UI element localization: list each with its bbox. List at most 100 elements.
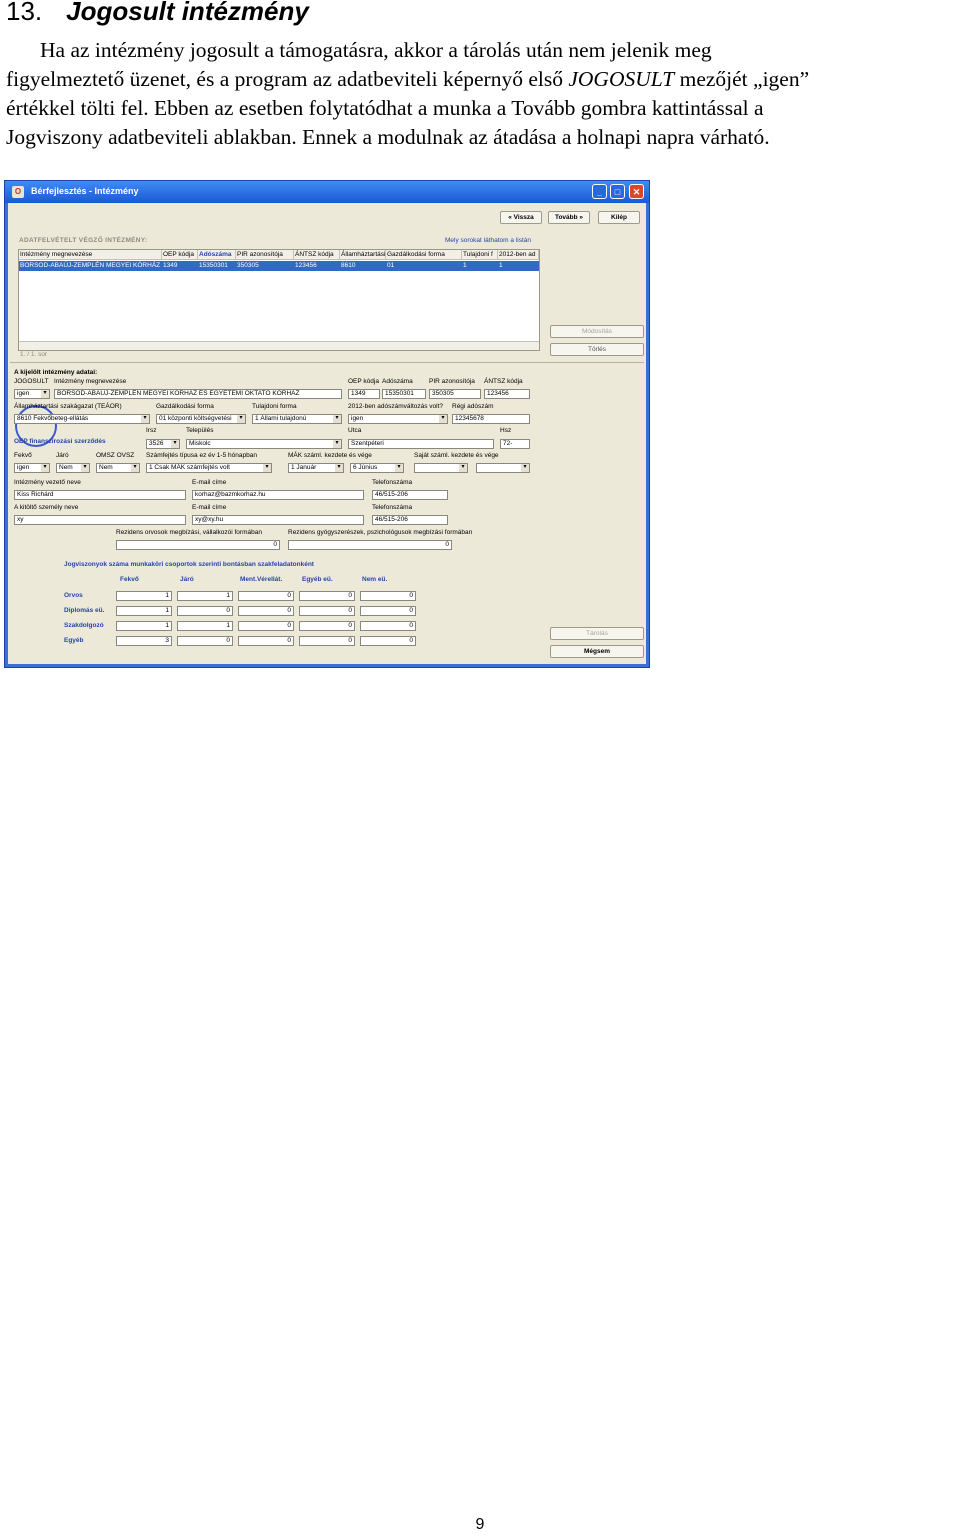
count-field[interactable]: 0 xyxy=(360,621,416,631)
count-field[interactable]: 0 xyxy=(177,636,233,646)
column-header[interactable]: ÁNTSZ kódja xyxy=(294,250,340,260)
count-field[interactable]: 1 xyxy=(116,606,172,616)
table-cell: BORSOD-ABAÚJ-ZEMPLÉN MEGYEI KÓRHÁZ xyxy=(19,261,162,271)
minimize-icon[interactable]: _ xyxy=(592,184,607,199)
count-field[interactable]: 0 xyxy=(299,606,355,616)
count-field[interactable]: 0 xyxy=(299,621,355,631)
rezidens-gyogy-field[interactable]: 0 xyxy=(288,540,452,550)
column-header[interactable]: PIR azonosítója xyxy=(236,250,294,260)
table-cell: 8610 xyxy=(340,261,386,271)
column-header[interactable]: OEP kódja xyxy=(162,250,198,260)
fekvo-label: Fekvő xyxy=(14,452,32,459)
column-header[interactable]: Adószáma xyxy=(198,250,236,260)
mak-end-select[interactable]: 6 Június xyxy=(350,463,404,473)
count-field[interactable]: 0 xyxy=(360,591,416,601)
szamfejtes-select[interactable]: 1 Csak MÁK számfejtés volt xyxy=(146,463,272,473)
paragraph-line: értékkel tölti fel. Ebben az esetben fol… xyxy=(6,96,764,120)
tulaj-select[interactable]: 1 Állami tulajdonú xyxy=(252,414,342,424)
telepules-select[interactable]: Miskolc xyxy=(186,439,342,449)
count-field[interactable]: 1 xyxy=(116,591,172,601)
szakagazat-select[interactable]: 8610 Fekvőbeteg-ellátás xyxy=(14,414,150,424)
delete-button[interactable]: Törlés xyxy=(550,343,644,356)
institution-list[interactable]: Intézmény megnevezése OEP kódja Adószáma… xyxy=(18,249,540,351)
count-field[interactable]: 1 xyxy=(177,591,233,601)
column-header: Ment.Vérellát. xyxy=(240,576,283,583)
utca-label: Utca xyxy=(348,427,362,434)
column-header[interactable]: Tulajdoni f xyxy=(462,250,498,260)
telefon-field[interactable]: 46/515-206 xyxy=(372,490,448,500)
count-field[interactable]: 0 xyxy=(360,636,416,646)
next-button[interactable]: Tovább » xyxy=(548,211,590,224)
count-field[interactable]: 0 xyxy=(238,591,294,601)
count-field[interactable]: 3 xyxy=(116,636,172,646)
sajat-start-select[interactable] xyxy=(414,463,468,473)
email2-field[interactable]: xy@xy.hu xyxy=(192,515,364,525)
fekvo-select[interactable]: igen xyxy=(14,463,50,473)
cancel-button[interactable]: Mégsem xyxy=(550,645,644,658)
column-header[interactable]: Államháztartási xyxy=(340,250,386,260)
count-field[interactable]: 0 xyxy=(299,591,355,601)
jaro-select[interactable]: Nem xyxy=(56,463,90,473)
name-label: Intézmény megnevezése xyxy=(54,378,127,385)
app-window-screenshot: O Bérfejlesztés - Intézmény _ □ ✕ « Viss… xyxy=(4,180,650,668)
email-field[interactable]: korhaz@bazmkorhaz.hu xyxy=(192,490,364,500)
irsz-select[interactable]: 3526 xyxy=(146,439,180,449)
count-field[interactable]: 0 xyxy=(299,636,355,646)
antsz-field[interactable]: 123456 xyxy=(484,389,530,399)
szakagazat-label: Államháztartási szakágazat (TEÁOR) xyxy=(14,403,122,410)
divider xyxy=(10,362,644,363)
save-button[interactable]: Tárolás xyxy=(550,627,644,640)
telefon2-field[interactable]: 46/515-206 xyxy=(372,515,448,525)
selected-section-title: A kijelölt intézmény adatai: xyxy=(14,369,98,376)
sajat-label: Saját száml. kezdete és vége xyxy=(414,452,499,459)
count-field[interactable]: 0 xyxy=(177,606,233,616)
kitolto-field[interactable]: xy xyxy=(14,515,186,525)
column-header: Járó xyxy=(180,576,194,583)
modify-button[interactable]: Módosítás xyxy=(550,325,644,338)
adoszam-valt-select[interactable]: igen xyxy=(348,414,448,424)
gazd-select[interactable]: 01 központi költségvetési xyxy=(156,414,246,424)
regi-adoszam-field[interactable]: 12345678 xyxy=(452,414,530,424)
section-heading: 13. Jogosult intézmény xyxy=(6,0,309,27)
adoszam-field[interactable]: 15350301 xyxy=(382,389,426,399)
row-label: Diplomás eü. xyxy=(64,607,105,614)
jogosult-select[interactable]: igen xyxy=(14,389,50,399)
count-field[interactable]: 1 xyxy=(177,621,233,631)
table-cell: 01 xyxy=(386,261,462,271)
paragraph-text: mezőjét „igen” xyxy=(674,67,810,91)
maximize-icon[interactable]: □ xyxy=(610,184,625,199)
vezeto-label: Intézmény vezető neve xyxy=(14,479,81,486)
hsz-field[interactable]: 72- xyxy=(500,439,530,449)
list-filter-link[interactable]: Mely sorokat láthatom a listán xyxy=(445,237,531,244)
sajat-end-select[interactable] xyxy=(476,463,530,473)
oep-label: OEP kódja xyxy=(348,378,379,385)
pir-field[interactable]: 350305 xyxy=(429,389,481,399)
count-field[interactable]: 0 xyxy=(238,636,294,646)
mak-start-select[interactable]: 1 Január xyxy=(288,463,344,473)
column-header[interactable]: 2012-ben ad xyxy=(498,250,539,260)
column-header[interactable]: Intézmény megnevezése xyxy=(19,250,162,260)
oep-field[interactable]: 1349 xyxy=(348,389,380,399)
vezeto-field[interactable]: Kiss Richárd xyxy=(14,490,186,500)
table-title: Jogviszonyok száma munkaköri csoportok s… xyxy=(64,561,314,568)
count-field[interactable]: 0 xyxy=(360,606,416,616)
row-label: Egyéb xyxy=(64,637,84,644)
utca-field[interactable]: Szentpéteri xyxy=(348,439,494,449)
omsz-select[interactable]: Nem xyxy=(96,463,140,473)
rezidens-orvos-field[interactable]: 0 xyxy=(116,540,280,550)
column-header: Fekvő xyxy=(120,576,139,583)
back-button[interactable]: « Vissza xyxy=(500,211,542,224)
column-header: Nem eü. xyxy=(362,576,388,583)
count-field[interactable]: 0 xyxy=(238,621,294,631)
oep-fin-label: OEP finanszírozási szerződés xyxy=(14,438,106,445)
name-field[interactable]: BORSOD-ABAÚJ-ZEMPLÉN MEGYEI KÓRHÁZ ÉS EG… xyxy=(54,389,342,399)
column-header[interactable]: Gazdálkodási forma xyxy=(386,250,462,260)
count-field[interactable]: 1 xyxy=(116,621,172,631)
close-icon[interactable]: ✕ xyxy=(629,184,644,199)
horizontal-scrollbar[interactable] xyxy=(19,341,539,350)
table-cell: 1 xyxy=(462,261,498,271)
count-field[interactable]: 0 xyxy=(238,606,294,616)
tulaj-label: Tulajdoni forma xyxy=(252,403,297,410)
exit-button[interactable]: Kilép xyxy=(598,211,640,224)
omsz-label: OMSZ OVSZ xyxy=(96,452,135,459)
